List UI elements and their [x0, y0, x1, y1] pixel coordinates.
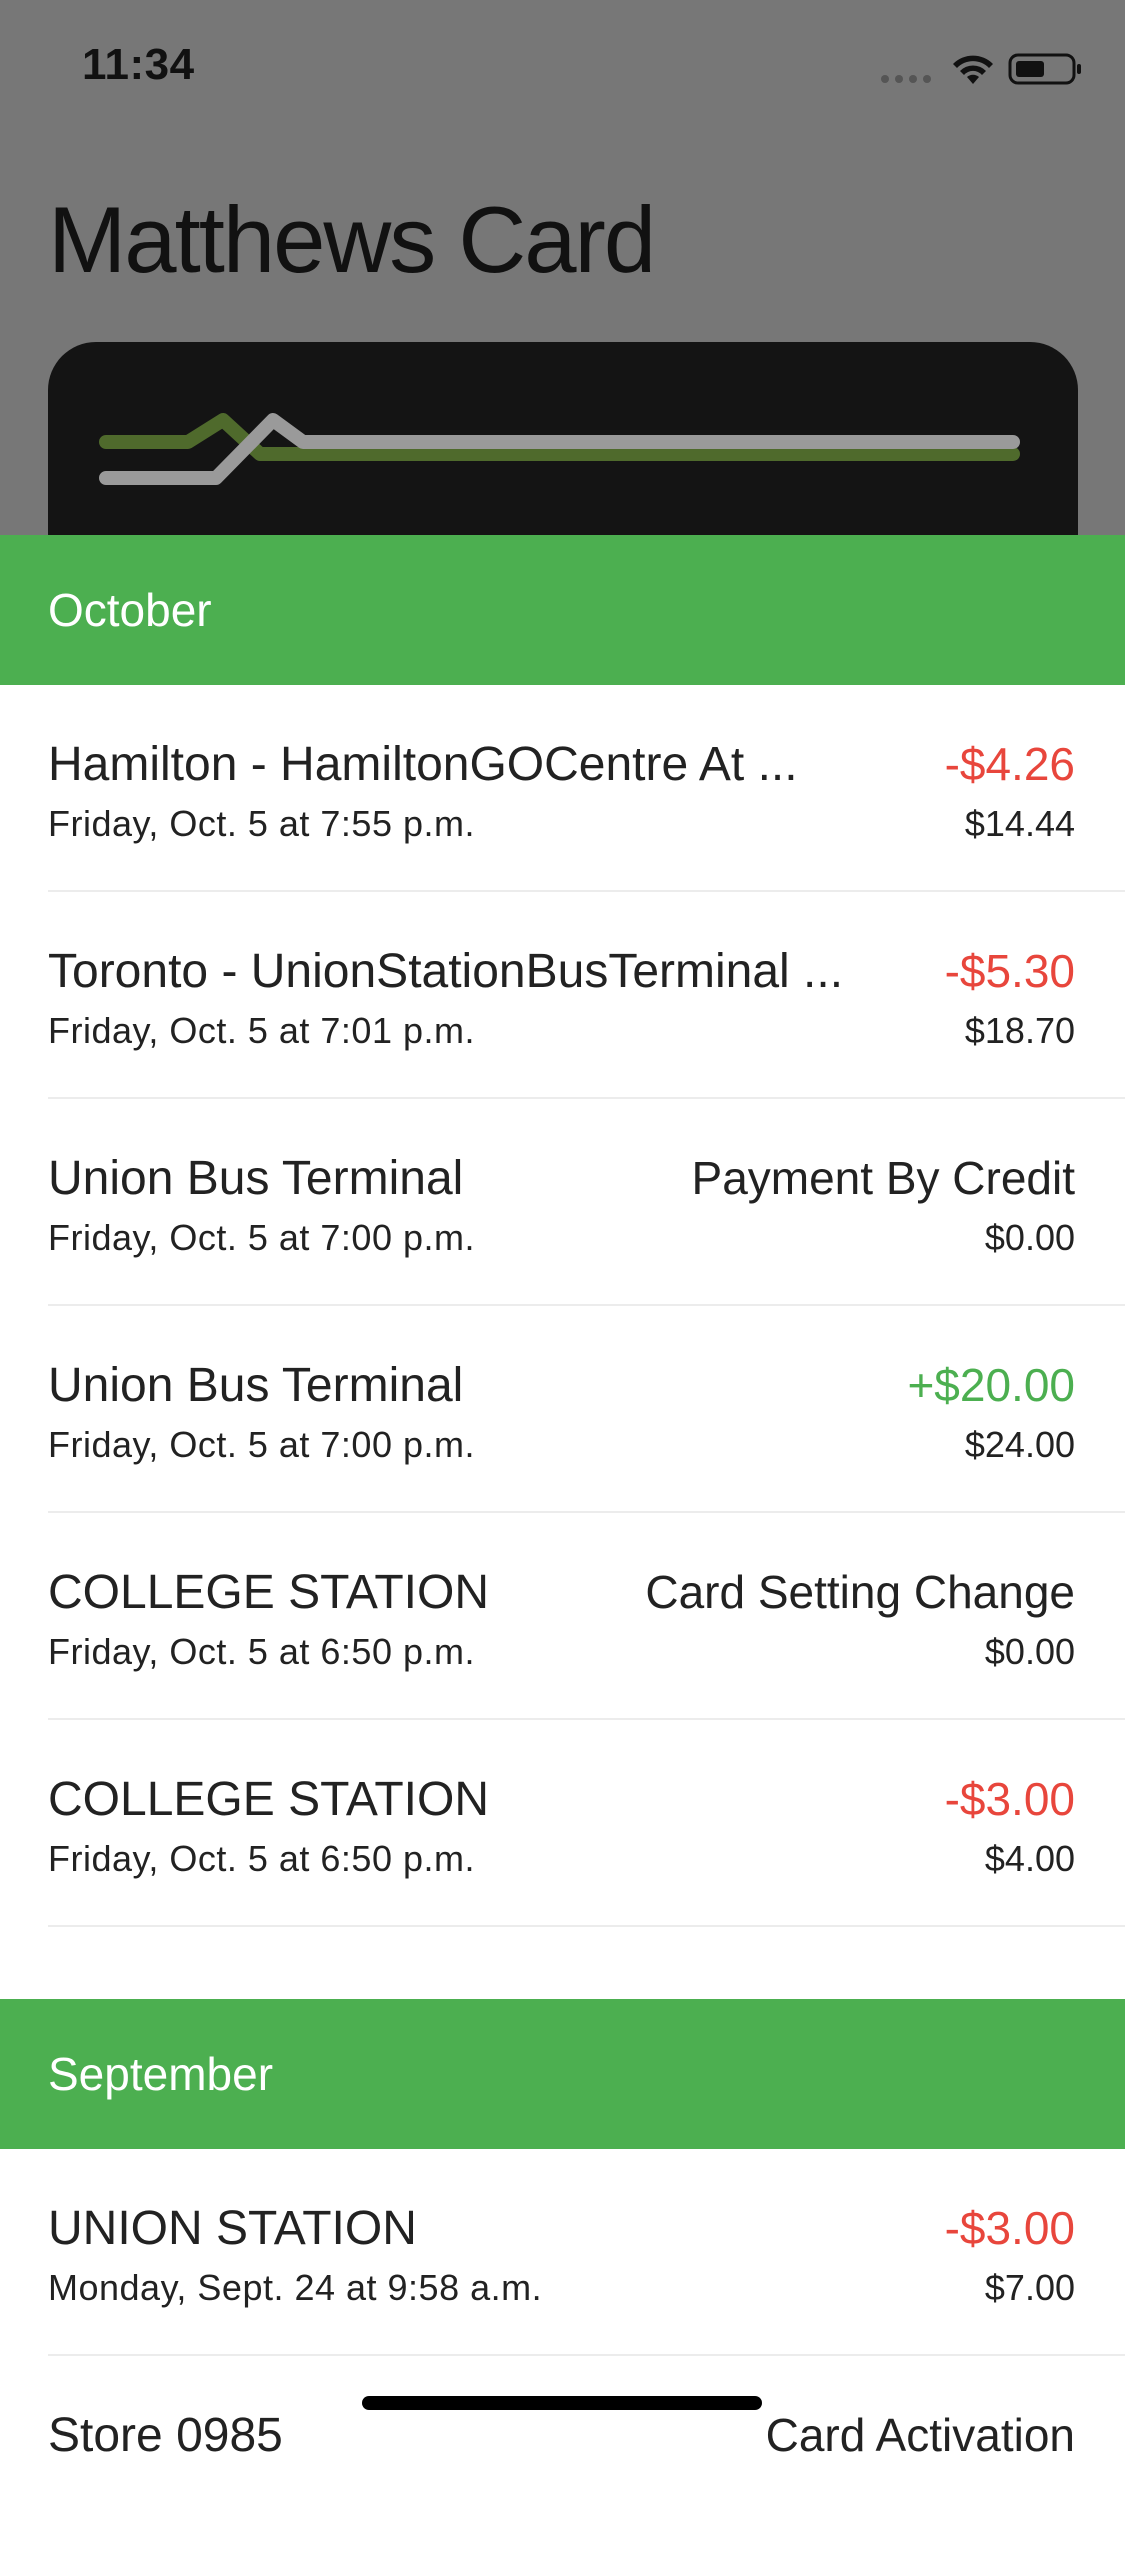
transaction-date: Monday, Sept. 24 at 9:58 a.m. [48, 2267, 543, 2308]
transaction-balance: $7.00 [984, 2267, 1075, 2308]
transaction-balance: $18.70 [964, 1010, 1075, 1051]
wifi-icon [953, 55, 993, 84]
transaction-balance: $4.00 [984, 1838, 1075, 1879]
transaction-date: Friday, Oct. 5 at 7:01 p.m. [48, 1010, 475, 1051]
transaction-row[interactable]: Union Bus Terminal Friday, Oct. 5 at 7:0… [0, 1306, 1125, 1513]
transaction-row[interactable]: UNION STATION Monday, Sept. 24 at 9:58 a… [0, 2149, 1125, 2356]
transaction-amount: -$4.26 [944, 738, 1075, 790]
transaction-balance: $14.44 [964, 803, 1075, 844]
transaction-amount: -$5.30 [944, 945, 1075, 997]
transaction-date: Friday, Oct. 5 at 6:50 p.m. [48, 1838, 475, 1879]
transaction-amount: -$3.00 [944, 1773, 1075, 1825]
transaction-amount: +$20.00 [907, 1359, 1075, 1411]
transaction-place: UNION STATION [48, 2202, 417, 2255]
battery-icon [1008, 53, 1081, 85]
cellular-signal-icon [881, 75, 931, 83]
transaction-place: COLLEGE STATION [48, 1773, 489, 1826]
transaction-row[interactable]: Hamilton - HamiltonGOCentre At ... Frida… [0, 685, 1125, 892]
transaction-balance: $0.00 [984, 1217, 1075, 1258]
transaction-row[interactable]: Store 0985 Card Activation [0, 2356, 1125, 2563]
transaction-place: Union Bus Terminal [48, 1152, 464, 1205]
transactions-list[interactable]: October Hamilton - HamiltonGOCentre At .… [0, 535, 1125, 2563]
month-header-september: September [0, 1999, 1125, 2149]
transaction-row[interactable]: Toronto - UnionStationBusTerminal ... Fr… [0, 892, 1125, 1099]
transaction-date: Friday, Oct. 5 at 6:50 p.m. [48, 1631, 475, 1672]
transaction-amount: -$3.00 [944, 2202, 1075, 2254]
transaction-balance: $0.00 [984, 1631, 1075, 1672]
transaction-balance: $24.00 [964, 1424, 1075, 1465]
transaction-date: Friday, Oct. 5 at 7:55 p.m. [48, 803, 475, 844]
transaction-place: Hamilton - HamiltonGOCentre At ... [48, 738, 798, 791]
transaction-amount: Payment By Credit [691, 1152, 1075, 1204]
transaction-place: Toronto - UnionStationBusTerminal ... [48, 945, 844, 998]
month-header-october: October [0, 535, 1125, 685]
transaction-amount: Card Activation [765, 2409, 1075, 2461]
home-indicator[interactable] [362, 2396, 762, 2410]
status-time: 11:34 [82, 40, 195, 89]
page-title: Matthews Card [48, 187, 656, 292]
transaction-row[interactable]: COLLEGE STATION Friday, Oct. 5 at 6:50 p… [0, 1513, 1125, 1720]
transaction-place: Union Bus Terminal [48, 1359, 464, 1412]
transaction-place: COLLEGE STATION [48, 1566, 489, 1619]
transaction-date: Friday, Oct. 5 at 7:00 p.m. [48, 1217, 475, 1258]
transaction-row[interactable]: Union Bus Terminal Friday, Oct. 5 at 7:0… [0, 1099, 1125, 1306]
transaction-amount: Card Setting Change [645, 1566, 1075, 1618]
transaction-row[interactable]: COLLEGE STATION Friday, Oct. 5 at 6:50 p… [0, 1720, 1125, 1927]
transaction-date: Friday, Oct. 5 at 7:00 p.m. [48, 1424, 475, 1465]
row-divider [48, 1925, 1125, 1927]
